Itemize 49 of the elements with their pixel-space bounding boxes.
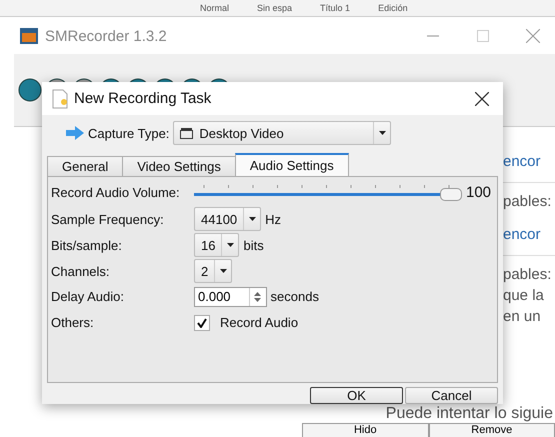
body-text: pables:	[503, 193, 552, 212]
ribbon-item[interactable]: Título 1	[320, 3, 350, 13]
tab[interactable]: Audio Settings	[234, 153, 349, 176]
table-button[interactable]: Remove	[428, 423, 555, 437]
checkmark-icon	[197, 318, 207, 328]
field-label: Others:	[51, 315, 95, 330]
ribbon-item[interactable]: Normal	[200, 3, 230, 13]
dropdown[interactable]: 2	[194, 259, 232, 283]
unit-label: Hz	[265, 212, 282, 226]
body-text: Puede intentar lo siguie	[386, 405, 554, 423]
unit-label: bits	[243, 238, 264, 252]
ribbon-item[interactable]: Sin espa	[257, 3, 292, 13]
caret-icon	[248, 217, 256, 221]
unit-label: seconds	[270, 289, 319, 304]
field-label: Capture Type:	[88, 126, 170, 140]
volume-slider[interactable]	[194, 184, 462, 200]
body-text: que la	[503, 287, 545, 306]
dialog-button[interactable]: OK	[310, 387, 403, 404]
dialog-title: New Recording Task	[74, 90, 212, 107]
tab[interactable]: Video Settings	[122, 156, 236, 176]
dropdown[interactable]: 44100	[194, 207, 262, 231]
field-label: Channels:	[51, 264, 111, 278]
body-text: pables:	[503, 266, 552, 285]
film-icon	[19, 26, 39, 46]
window-title: SMRecorder 1.3.2	[45, 28, 168, 44]
field-label: Bits/sample:	[51, 238, 123, 252]
body-text: en un	[503, 308, 542, 327]
checkbox-label: Record Audio	[220, 315, 298, 330]
field-label: Record Audio Volume:	[51, 185, 181, 200]
field-label: Sample Frequency:	[51, 212, 165, 226]
dropdown[interactable]: Desktop Video	[173, 121, 392, 145]
checkbox[interactable]	[194, 314, 210, 330]
spin-arrows-icon[interactable]	[254, 290, 262, 302]
dialog-button[interactable]: Cancel	[405, 387, 498, 404]
tab[interactable]: General	[47, 156, 124, 176]
clapper-icon	[180, 127, 194, 139]
caret-icon	[226, 243, 234, 247]
caret-icon	[220, 269, 227, 273]
toolbar-icon[interactable]	[18, 78, 42, 102]
arrow-icon	[66, 126, 84, 140]
spin-field[interactable]: 0.000	[194, 286, 267, 306]
dropdown[interactable]: 16	[194, 233, 240, 257]
table-button[interactable]: Hido	[302, 423, 428, 437]
field-label: Delay Audio:	[51, 289, 125, 304]
close-icon[interactable]	[475, 92, 489, 106]
ribbon-item[interactable]: Edición	[378, 3, 408, 13]
document-icon	[52, 88, 68, 108]
caret-icon	[378, 131, 386, 135]
volume-reading: 100	[466, 184, 492, 201]
